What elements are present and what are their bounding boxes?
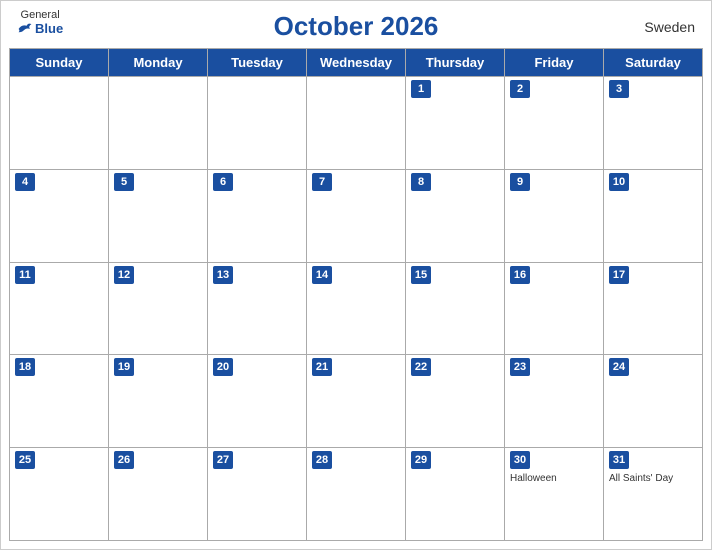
day-number: 27 [213,451,233,469]
day-number: 8 [411,173,431,191]
day-cell [10,77,109,170]
calendar-header: General Blue October 2026 Sweden [1,1,711,48]
day-cell: 21 [307,355,406,448]
day-number: 11 [15,266,35,284]
day-cell: 26 [109,448,208,541]
week-row-4: 25 26 27 28 29 30 Halloween 31 All Saints' Day [10,448,703,541]
week-row-0: 1 2 3 [10,77,703,170]
day-cell: 31 All Saints' Day [604,448,703,541]
week-row-3: 18 19 20 21 22 23 24 [10,355,703,448]
day-number: 16 [510,266,530,284]
day-number: 6 [213,173,233,191]
event-label: Halloween [510,473,598,484]
country-label: Sweden [644,19,695,35]
day-header-saturday: Saturday [604,49,703,77]
day-cell: 23 [505,355,604,448]
day-cell: 22 [406,355,505,448]
day-cell: 16 [505,263,604,356]
day-number: 7 [312,173,332,191]
day-cell: 17 [604,263,703,356]
day-number: 20 [213,358,233,376]
day-cell: 4 [10,170,109,263]
day-cell: 13 [208,263,307,356]
day-number: 29 [411,451,431,469]
day-number: 17 [609,266,629,284]
logo-general: General [21,9,60,21]
day-cell [307,77,406,170]
day-cell: 7 [307,170,406,263]
day-cell: 5 [109,170,208,263]
day-number: 31 [609,451,629,469]
event-label: All Saints' Day [609,473,697,484]
day-cell: 27 [208,448,307,541]
week-row-2: 11 12 13 14 15 16 17 [10,263,703,356]
day-header-sunday: Sunday [10,49,109,77]
day-cell: 14 [307,263,406,356]
day-headers-row: SundayMondayTuesdayWednesdayThursdayFrid… [10,49,703,77]
day-cell: 9 [505,170,604,263]
day-number: 30 [510,451,530,469]
day-number: 1 [411,80,431,98]
day-number: 28 [312,451,332,469]
day-cell: 6 [208,170,307,263]
day-number: 2 [510,80,530,98]
day-header-friday: Friday [505,49,604,77]
day-number: 5 [114,173,134,191]
day-number: 21 [312,358,332,376]
day-number: 13 [213,266,233,284]
day-number: 22 [411,358,431,376]
day-number: 14 [312,266,332,284]
day-number: 19 [114,358,134,376]
calendar-title: October 2026 [274,11,439,42]
day-cell: 15 [406,263,505,356]
day-number: 23 [510,358,530,376]
calendar-grid: SundayMondayTuesdayWednesdayThursdayFrid… [9,48,703,541]
calendar: General Blue October 2026 Sweden SundayM… [0,0,712,550]
day-cell: 12 [109,263,208,356]
day-number: 24 [609,358,629,376]
logo-blue: Blue [17,21,63,36]
day-number: 26 [114,451,134,469]
day-cell: 11 [10,263,109,356]
day-cell [109,77,208,170]
day-number: 18 [15,358,35,376]
day-cell: 20 [208,355,307,448]
day-header-wednesday: Wednesday [307,49,406,77]
day-cell: 24 [604,355,703,448]
day-cell: 19 [109,355,208,448]
day-number: 12 [114,266,134,284]
day-header-monday: Monday [109,49,208,77]
day-cell: 10 [604,170,703,263]
day-cell: 30 Halloween [505,448,604,541]
week-row-1: 4 5 6 7 8 9 10 [10,170,703,263]
day-number: 3 [609,80,629,98]
day-cell [208,77,307,170]
day-number: 25 [15,451,35,469]
day-cell: 8 [406,170,505,263]
day-number: 15 [411,266,431,284]
logo: General Blue [17,9,63,36]
day-cell: 29 [406,448,505,541]
day-header-thursday: Thursday [406,49,505,77]
day-cell: 28 [307,448,406,541]
day-number: 10 [609,173,629,191]
day-header-tuesday: Tuesday [208,49,307,77]
weeks-container: 1234567891011121314151617181920212223242… [10,77,703,541]
day-cell: 1 [406,77,505,170]
day-cell: 18 [10,355,109,448]
day-number: 4 [15,173,35,191]
day-cell: 2 [505,77,604,170]
day-cell: 25 [10,448,109,541]
logo-bird-icon [17,22,33,36]
day-cell: 3 [604,77,703,170]
day-number: 9 [510,173,530,191]
